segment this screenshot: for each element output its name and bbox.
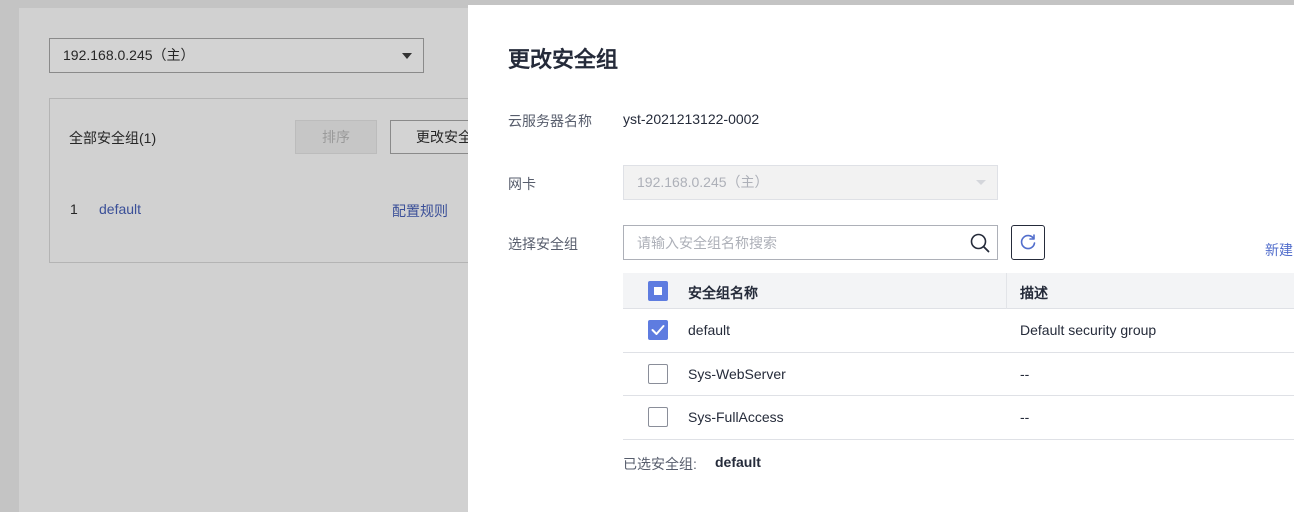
- nic-select-value: 192.168.0.245（主）: [637, 174, 769, 190]
- bg-configure-rules-link[interactable]: 配置规则: [392, 201, 448, 221]
- caret-down-icon: [402, 53, 412, 59]
- row-name: Sys-FullAccess: [688, 409, 784, 425]
- row-checkbox[interactable]: [648, 363, 668, 384]
- security-group-search: [623, 225, 998, 260]
- table-header: 安全组名称 描述: [623, 273, 1294, 309]
- selected-label: 已选安全组:: [623, 456, 697, 472]
- table-row[interactable]: default Default security group: [623, 309, 1294, 353]
- change-security-group-drawer: 更改安全组 云服务器名称 yst-2021213122-0002 网卡 192.…: [468, 5, 1294, 512]
- drawer-title: 更改安全组: [508, 47, 619, 72]
- table-row[interactable]: Sys-FullAccess --: [623, 396, 1294, 440]
- search-icon[interactable]: [969, 232, 991, 254]
- bg-sort-button[interactable]: 排序: [295, 120, 377, 154]
- table-row[interactable]: Sys-WebServer --: [623, 352, 1294, 396]
- row-description: --: [1020, 409, 1030, 425]
- row-name: default: [688, 322, 731, 338]
- security-group-label: 选择安全组: [508, 236, 578, 252]
- row-description: --: [1020, 365, 1030, 382]
- refresh-icon: [1020, 234, 1036, 250]
- bg-panel-title: 全部安全组(1): [69, 130, 157, 146]
- server-name-label: 云服务器名称: [508, 113, 592, 129]
- select-all-checkbox[interactable]: [648, 281, 668, 301]
- column-header-description: 描述: [1020, 285, 1048, 301]
- bg-security-group-panel: 全部安全组(1) 排序 更改安全组 1 default 配置规则: [49, 98, 500, 263]
- column-divider: [1006, 273, 1007, 309]
- selected-value: default: [715, 454, 761, 470]
- security-group-table: 安全组名称 描述 default Default security group Sy…: [623, 273, 1294, 440]
- bg-nic-select-value: 192.168.0.245（主）: [63, 47, 195, 63]
- row-checkbox[interactable]: [648, 407, 668, 427]
- row-description: Default security group: [1020, 322, 1157, 338]
- row-checkbox[interactable]: [648, 320, 668, 340]
- nic-select[interactable]: 192.168.0.245（主）: [623, 165, 998, 200]
- search-input[interactable]: [624, 226, 954, 259]
- column-header-name: 安全组名称: [688, 285, 758, 301]
- caret-down-icon: [976, 180, 986, 185]
- bg-row-name-link[interactable]: default: [99, 201, 141, 217]
- refresh-button[interactable]: [1011, 225, 1045, 260]
- row-name: Sys-WebServer: [688, 365, 786, 382]
- create-security-group-link[interactable]: 新建: [1265, 240, 1293, 260]
- checkmark-icon: [651, 325, 665, 335]
- server-name-value: yst-2021213122-0002: [623, 111, 760, 127]
- nic-label: 网卡: [508, 176, 536, 192]
- bg-row-index: 1: [70, 201, 78, 217]
- bg-nic-select[interactable]: 192.168.0.245（主）: [49, 38, 424, 73]
